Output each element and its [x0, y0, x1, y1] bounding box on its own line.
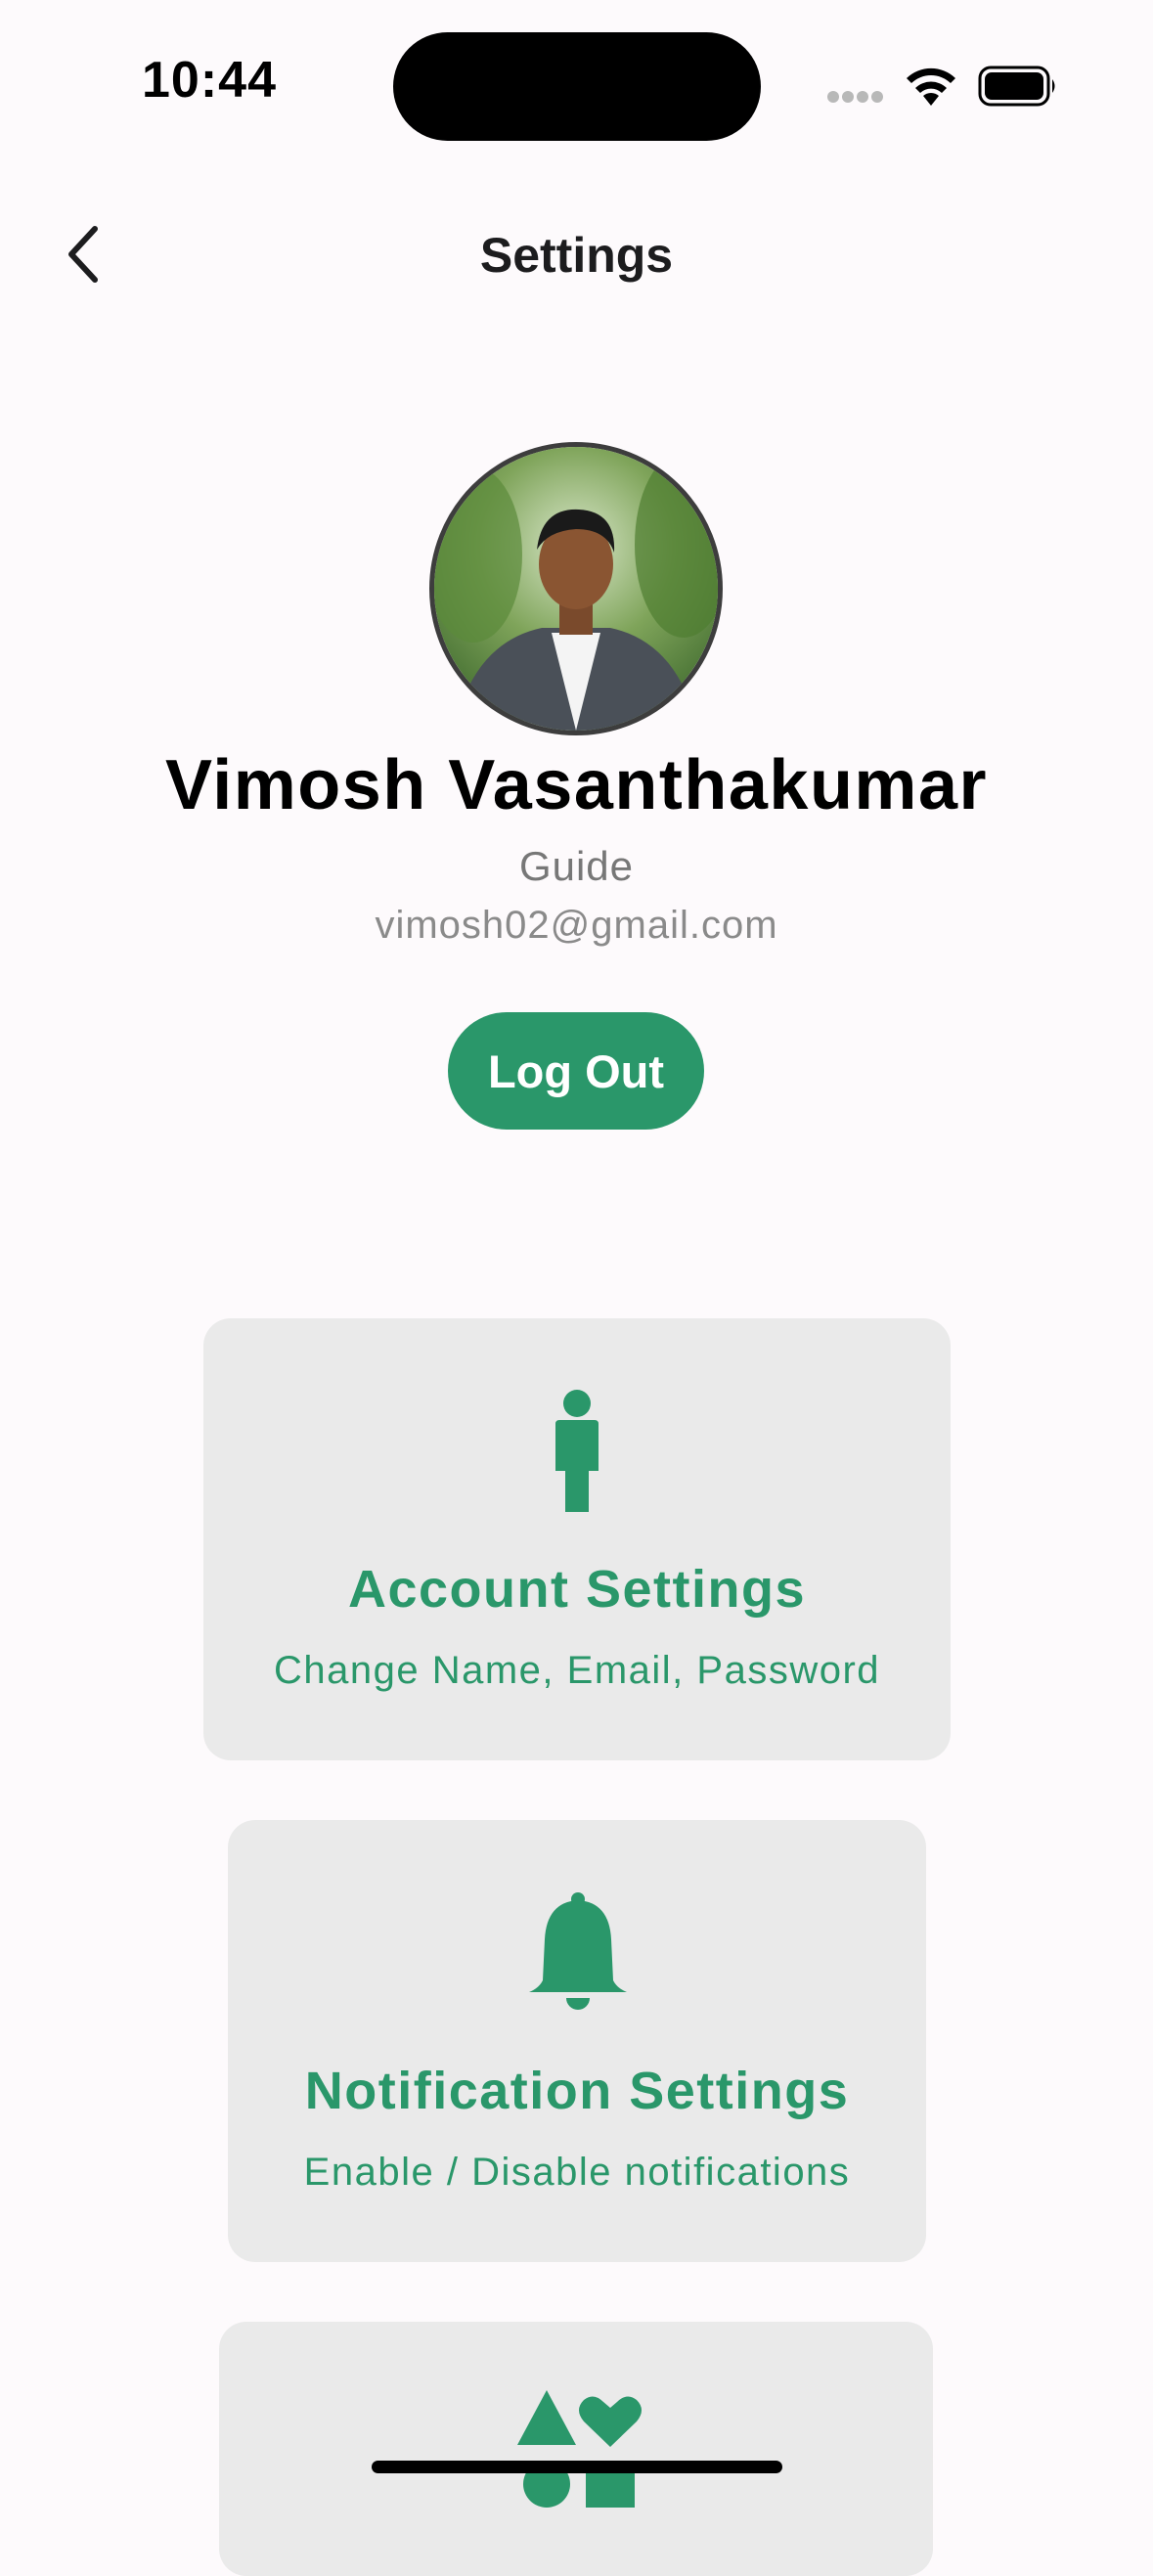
home-indicator[interactable] [372, 2461, 782, 2473]
logout-button[interactable]: Log Out [448, 1012, 704, 1130]
bell-icon [527, 1890, 629, 2019]
battery-icon [978, 65, 1058, 112]
card-subtitle: Change Name, Email, Password [273, 1649, 881, 1692]
notification-settings-card[interactable]: Notification Settings Enable / Disable n… [228, 1820, 926, 2262]
account-settings-card[interactable]: Account Settings Change Name, Email, Pas… [203, 1318, 951, 1760]
status-time: 10:44 [142, 52, 277, 109]
person-icon [550, 1389, 604, 1519]
profile-role: Guide [518, 843, 635, 889]
dynamic-island [393, 32, 761, 141]
profile-name: Vimosh Vasanthakumar [164, 746, 989, 824]
cellular-signal-icon [827, 90, 886, 108]
preferences-card[interactable] [219, 2322, 933, 2576]
profile-email: vimosh02@gmail.com [375, 904, 778, 947]
page-title: Settings [479, 228, 674, 283]
card-subtitle: Enable / Disable notifications [303, 2151, 851, 2194]
wifi-icon [904, 65, 958, 112]
card-title: Notification Settings [304, 2062, 850, 2120]
card-title: Account Settings [347, 1560, 807, 1619]
shapes-icon [517, 2390, 644, 2512]
avatar [429, 442, 723, 735]
